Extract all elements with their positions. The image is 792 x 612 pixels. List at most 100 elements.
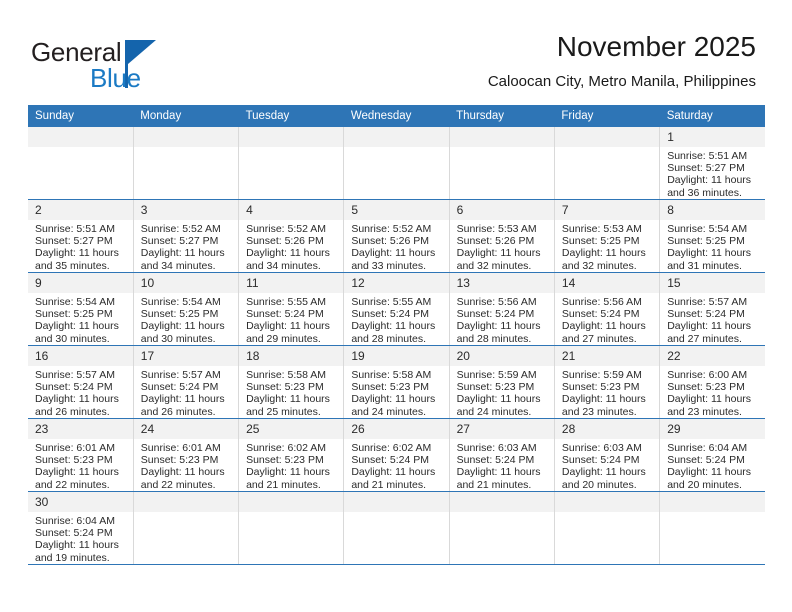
calendar-week-row: 1 Sunrise: 5:51 AM Sunset: 5:27 PM Daylight…	[28, 127, 765, 200]
sunset-time: Sunset: 5:25 PM	[561, 235, 640, 248]
day-number: 24	[133, 419, 239, 439]
day-sun-info: Sunrise: 6:03 AM Sunset: 5:24 PM Daylight:…	[555, 439, 659, 491]
daylight-duration-line2: and 28 minutes.	[456, 332, 532, 345]
day-sun-info: Sunrise: 5:57 AM Sunset: 5:24 PM Daylight:…	[28, 366, 133, 418]
daylight-duration-line2: and 20 minutes.	[561, 478, 637, 491]
day-sun-info: Sunrise: 6:02 AM Sunset: 5:23 PM Daylight:…	[239, 439, 343, 491]
calendar-body: 1 Sunrise: 5:51 AM Sunset: 5:27 PM Daylight…	[28, 127, 765, 565]
daylight-duration-line2: and 19 minutes.	[35, 551, 110, 564]
calendar-day-cell-empty	[554, 127, 661, 200]
calendar-day-cell[interactable]: 22 Sunrise: 6:00 AM Sunset: 5:23 PM Dayligh…	[659, 345, 765, 419]
calendar-day-cell[interactable]: 2 Sunrise: 5:51 AM Sunset: 5:27 PM Daylight…	[28, 199, 134, 273]
calendar-day-cell[interactable]: 27 Sunrise: 6:03 AM Sunset: 5:24 PM Dayligh…	[449, 418, 555, 492]
daylight-duration-line2: and 22 minutes.	[35, 478, 110, 491]
daylight-duration-line2: and 31 minutes.	[667, 259, 742, 272]
day-sun-info: Sunrise: 5:55 AM Sunset: 5:24 PM Daylight:…	[344, 293, 448, 345]
sunrise-time: Sunrise: 5:58 AM	[246, 369, 327, 381]
daylight-duration-line1: Daylight: 11 hours	[140, 393, 225, 406]
daylight-duration-line2: and 21 minutes.	[456, 478, 532, 491]
sunset-time: Sunset: 5:24 PM	[561, 308, 640, 321]
sunrise-time: Sunrise: 5:51 AM	[35, 223, 115, 235]
day-number: 22	[660, 346, 765, 366]
calendar-day-cell[interactable]: 17 Sunrise: 5:57 AM Sunset: 5:24 PM Dayligh…	[133, 345, 240, 419]
calendar-day-cell[interactable]: 15 Sunrise: 5:57 AM Sunset: 5:24 PM Dayligh…	[659, 272, 765, 346]
sunrise-time: Sunrise: 5:58 AM	[351, 369, 432, 381]
page-title: November 2025	[556, 31, 756, 62]
calendar-day-cell[interactable]: 19 Sunrise: 5:58 AM Sunset: 5:23 PM Dayligh…	[343, 345, 450, 419]
calendar-day-cell[interactable]: 5 Sunrise: 5:52 AM Sunset: 5:26 PM Daylight…	[343, 199, 450, 273]
day-sun-info: Sunrise: 5:51 AM Sunset: 5:27 PM Daylight:…	[28, 220, 133, 272]
sunset-time: Sunset: 5:24 PM	[351, 308, 429, 321]
day-sun-info: Sunrise: 5:52 AM Sunset: 5:27 PM Daylight:…	[134, 220, 238, 272]
day-number: 20	[449, 346, 554, 366]
day-sun-info: Sunrise: 6:02 AM Sunset: 5:24 PM Daylight:…	[344, 439, 448, 491]
day-sun-info: Sunrise: 5:58 AM Sunset: 5:23 PM Daylight:…	[344, 366, 448, 418]
daylight-duration-line2: and 29 minutes.	[246, 332, 321, 345]
daylight-duration-line2: and 28 minutes.	[351, 332, 427, 345]
sunset-time: Sunset: 5:24 PM	[35, 381, 113, 394]
calendar-day-cell[interactable]: 28 Sunrise: 6:03 AM Sunset: 5:24 PM Dayligh…	[554, 418, 661, 492]
calendar-week-row: 23 Sunrise: 6:01 AM Sunset: 5:23 PM Dayligh…	[28, 418, 765, 492]
sunrise-time: Sunrise: 5:54 AM	[667, 223, 748, 235]
sunrise-time: Sunrise: 5:57 AM	[35, 369, 115, 381]
sunset-time: Sunset: 5:24 PM	[140, 381, 219, 394]
calendar-day-cell[interactable]: 8 Sunrise: 5:54 AM Sunset: 5:25 PM Daylight…	[659, 199, 765, 273]
daylight-duration-line1: Daylight: 11 hours	[561, 247, 646, 260]
daylight-duration-line1: Daylight: 11 hours	[561, 320, 646, 333]
calendar-day-cell[interactable]: 14 Sunrise: 5:56 AM Sunset: 5:24 PM Dayligh…	[554, 272, 661, 346]
sunset-time: Sunset: 5:25 PM	[35, 308, 113, 321]
calendar-day-cell[interactable]: 1 Sunrise: 5:51 AM Sunset: 5:27 PM Daylight…	[659, 127, 765, 200]
calendar-day-cell[interactable]: 13 Sunrise: 5:56 AM Sunset: 5:24 PM Dayligh…	[449, 272, 555, 346]
daylight-duration-line1: Daylight: 11 hours	[140, 466, 225, 479]
day-number: 14	[554, 273, 660, 293]
calendar-day-cell[interactable]: 7 Sunrise: 5:53 AM Sunset: 5:25 PM Daylight…	[554, 199, 661, 273]
daylight-duration-line1: Daylight: 11 hours	[140, 320, 225, 333]
day-sun-info: Sunrise: 5:51 AM Sunset: 5:27 PM Daylight:…	[660, 147, 765, 199]
weekday-header-friday: Friday	[554, 105, 660, 127]
sunset-time: Sunset: 5:24 PM	[561, 454, 640, 467]
daylight-duration-line1: Daylight: 11 hours	[246, 320, 330, 333]
calendar-day-cell[interactable]: 4 Sunrise: 5:52 AM Sunset: 5:26 PM Daylight…	[238, 199, 345, 273]
calendar-day-cell[interactable]: 25 Sunrise: 6:02 AM Sunset: 5:23 PM Dayligh…	[238, 418, 345, 492]
calendar-day-cell[interactable]: 20 Sunrise: 5:59 AM Sunset: 5:23 PM Dayligh…	[449, 345, 555, 419]
sunset-time: Sunset: 5:23 PM	[35, 454, 113, 467]
calendar-day-cell[interactable]: 3 Sunrise: 5:52 AM Sunset: 5:27 PM Daylight…	[133, 199, 240, 273]
calendar-day-cell[interactable]: 6 Sunrise: 5:53 AM Sunset: 5:26 PM Daylight…	[449, 199, 555, 273]
calendar-day-cell[interactable]: 18 Sunrise: 5:58 AM Sunset: 5:23 PM Dayligh…	[238, 345, 345, 419]
sunrise-time: Sunrise: 6:02 AM	[246, 442, 327, 454]
day-number: 12	[344, 273, 449, 293]
calendar-day-cell[interactable]: 29 Sunrise: 6:04 AM Sunset: 5:24 PM Dayligh…	[659, 418, 765, 492]
daylight-duration-line1: Daylight: 11 hours	[35, 320, 119, 333]
day-number: 26	[344, 419, 449, 439]
calendar-day-cell[interactable]: 12 Sunrise: 5:55 AM Sunset: 5:24 PM Dayligh…	[343, 272, 450, 346]
calendar-day-cell[interactable]: 30 Sunrise: 6:04 AM Sunset: 5:24 PM Dayligh…	[28, 491, 134, 565]
day-sun-info: Sunrise: 5:59 AM Sunset: 5:23 PM Daylight:…	[555, 366, 659, 418]
sunset-time: Sunset: 5:24 PM	[351, 454, 429, 467]
daylight-duration-line1: Daylight: 11 hours	[667, 393, 752, 406]
weekday-header-saturday: Saturday	[659, 105, 765, 127]
sunrise-time: Sunrise: 6:04 AM	[35, 515, 115, 527]
day-number: 11	[239, 273, 344, 293]
calendar-day-cell[interactable]: 26 Sunrise: 6:02 AM Sunset: 5:24 PM Dayligh…	[343, 418, 450, 492]
calendar-day-cell-empty	[554, 491, 661, 565]
calendar-day-cell[interactable]: 9 Sunrise: 5:54 AM Sunset: 5:25 PM Daylight…	[28, 272, 134, 346]
calendar-day-cell[interactable]: 21 Sunrise: 5:59 AM Sunset: 5:23 PM Dayligh…	[554, 345, 661, 419]
weekday-header-tuesday: Tuesday	[238, 105, 344, 127]
calendar-day-cell[interactable]: 11 Sunrise: 5:55 AM Sunset: 5:24 PM Dayligh…	[238, 272, 345, 346]
daylight-duration-line2: and 32 minutes.	[456, 259, 532, 272]
calendar-day-cell[interactable]: 10 Sunrise: 5:54 AM Sunset: 5:25 PM Dayligh…	[133, 272, 240, 346]
calendar-day-cell[interactable]: 24 Sunrise: 6:01 AM Sunset: 5:23 PM Dayligh…	[133, 418, 240, 492]
calendar-day-cell[interactable]: 23 Sunrise: 6:01 AM Sunset: 5:23 PM Dayligh…	[28, 418, 134, 492]
logo-text-general: General	[31, 37, 122, 67]
general-blue-logo[interactable]: General Blue	[31, 38, 261, 94]
day-sun-info: Sunrise: 5:59 AM Sunset: 5:23 PM Daylight:…	[450, 366, 554, 418]
day-number: 19	[344, 346, 449, 366]
calendar-day-cell[interactable]: 16 Sunrise: 5:57 AM Sunset: 5:24 PM Dayligh…	[28, 345, 134, 419]
daylight-duration-line1: Daylight: 11 hours	[667, 174, 752, 187]
calendar-day-cell-empty	[133, 491, 240, 565]
day-sun-info: Sunrise: 6:00 AM Sunset: 5:23 PM Daylight:…	[660, 366, 765, 418]
page-header: General Blue November 2025 Caloocan City…	[0, 0, 792, 104]
day-sun-info: Sunrise: 6:03 AM Sunset: 5:24 PM Daylight:…	[450, 439, 554, 491]
sunrise-time: Sunrise: 5:55 AM	[246, 296, 327, 308]
day-sun-info: Sunrise: 5:56 AM Sunset: 5:24 PM Daylight:…	[555, 293, 659, 345]
